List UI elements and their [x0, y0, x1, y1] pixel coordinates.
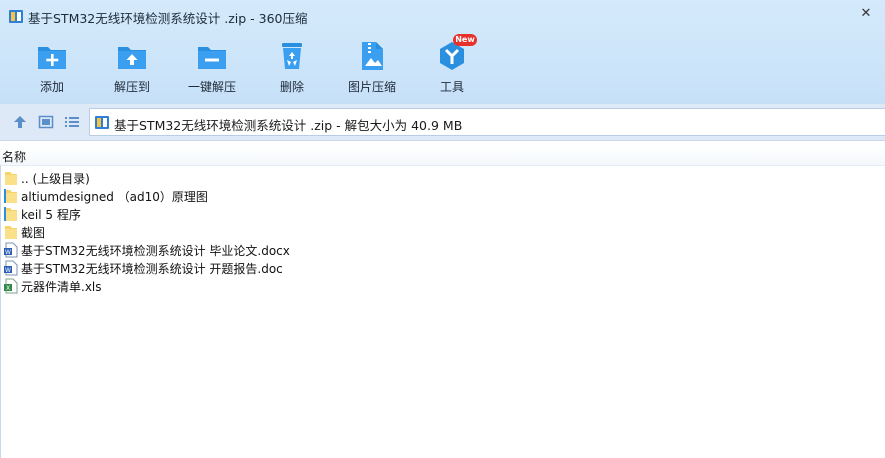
list-item-name: 截图 — [21, 226, 46, 240]
word-document-icon: W — [4, 260, 18, 276]
list-item-name: altiumdesigned （ad10）原理图 — [21, 190, 208, 204]
folder-icon — [5, 226, 17, 239]
list-item[interactable]: 截图 — [0, 223, 885, 241]
list-item-name: keil 5 程序 — [21, 208, 81, 222]
list-item-name: 元器件清单.xls — [21, 280, 102, 294]
list-header: 名称 — [0, 145, 885, 166]
window-title: 基于STM32无线环境检测系统设计 .zip - 360压缩 — [28, 11, 308, 26]
list-item[interactable]: W 基于STM32无线环境检测系统设计 开题报告.doc — [0, 259, 885, 277]
one-click-extract-button-label: 一键解压 — [187, 80, 236, 94]
column-header-name[interactable]: 名称 — [2, 148, 26, 165]
list-item-name: .. (上级目录) — [21, 172, 90, 186]
list-item[interactable]: W 基于STM32无线环境检测系统设计 毕业论文.docx — [0, 241, 885, 259]
folder-icon — [4, 189, 17, 203]
new-badge: New — [453, 34, 477, 46]
list-item[interactable]: keil 5 程序 — [0, 205, 885, 223]
title-bar: 基于STM32无线环境检测系统设计 .zip - 360压缩 ✕ — [0, 0, 885, 32]
image-compress-button[interactable]: 图片压缩 — [336, 40, 408, 102]
one-click-extract-icon — [196, 40, 228, 72]
delete-button-label: 删除 — [279, 80, 304, 94]
recycle-bin-icon — [276, 40, 308, 72]
extract-to-button-label: 解压到 — [113, 80, 150, 94]
add-file-icon — [36, 40, 68, 72]
zip-file-icon — [95, 116, 109, 129]
list-item[interactable]: altiumdesigned （ad10）原理图 — [0, 187, 885, 205]
svg-text:X: X — [6, 285, 10, 292]
delete-button[interactable]: 删除 — [256, 40, 328, 102]
add-button[interactable]: 添加 — [16, 40, 88, 102]
close-button[interactable]: ✕ — [856, 4, 876, 24]
excel-spreadsheet-icon: X — [4, 278, 18, 294]
word-document-icon: W — [4, 242, 18, 258]
list-item-name: 基于STM32无线环境检测系统设计 开题报告.doc — [21, 262, 283, 276]
extract-to-icon — [116, 40, 148, 72]
tools-button-label: 工具 — [439, 80, 464, 94]
svg-text:W: W — [5, 267, 11, 274]
zip-app-icon — [9, 10, 23, 23]
top-panel: 基于STM32无线环境检测系统设计 .zip - 360压缩 ✕ 添加 解压到 … — [0, 0, 885, 104]
tools-icon: New — [436, 34, 477, 72]
up-arrow-icon[interactable] — [12, 114, 28, 130]
folder-icon — [5, 172, 17, 185]
list-item[interactable]: .. (上级目录) — [0, 169, 885, 187]
tools-button[interactable]: New 工具 — [416, 34, 488, 102]
add-button-label: 添加 — [39, 80, 64, 94]
svg-text:W: W — [5, 249, 11, 256]
extract-to-button[interactable]: 解压到 — [96, 40, 168, 102]
list-item-name: 基于STM32无线环境检测系统设计 毕业论文.docx — [21, 244, 290, 258]
list-item[interactable]: X 元器件清单.xls — [0, 277, 885, 295]
image-compress-icon — [356, 40, 388, 72]
folder-icon — [4, 207, 17, 221]
image-compress-button-label: 图片压缩 — [347, 80, 396, 94]
thumbnail-view-icon[interactable] — [38, 114, 54, 130]
address-text: 基于STM32无线环境检测系统设计 .zip - 解包大小为 40.9 MB — [114, 118, 463, 133]
one-click-extract-button[interactable]: 一键解压 — [176, 40, 248, 102]
list-view-icon[interactable] — [64, 114, 80, 130]
toolbar: 添加 解压到 一键解压 删除 图片压缩 New 工具 — [0, 32, 885, 104]
address-bar: 基于STM32无线环境检测系统设计 .zip - 解包大小为 40.9 MB — [0, 104, 885, 141]
address-field[interactable]: 基于STM32无线环境检测系统设计 .zip - 解包大小为 40.9 MB — [89, 108, 885, 136]
